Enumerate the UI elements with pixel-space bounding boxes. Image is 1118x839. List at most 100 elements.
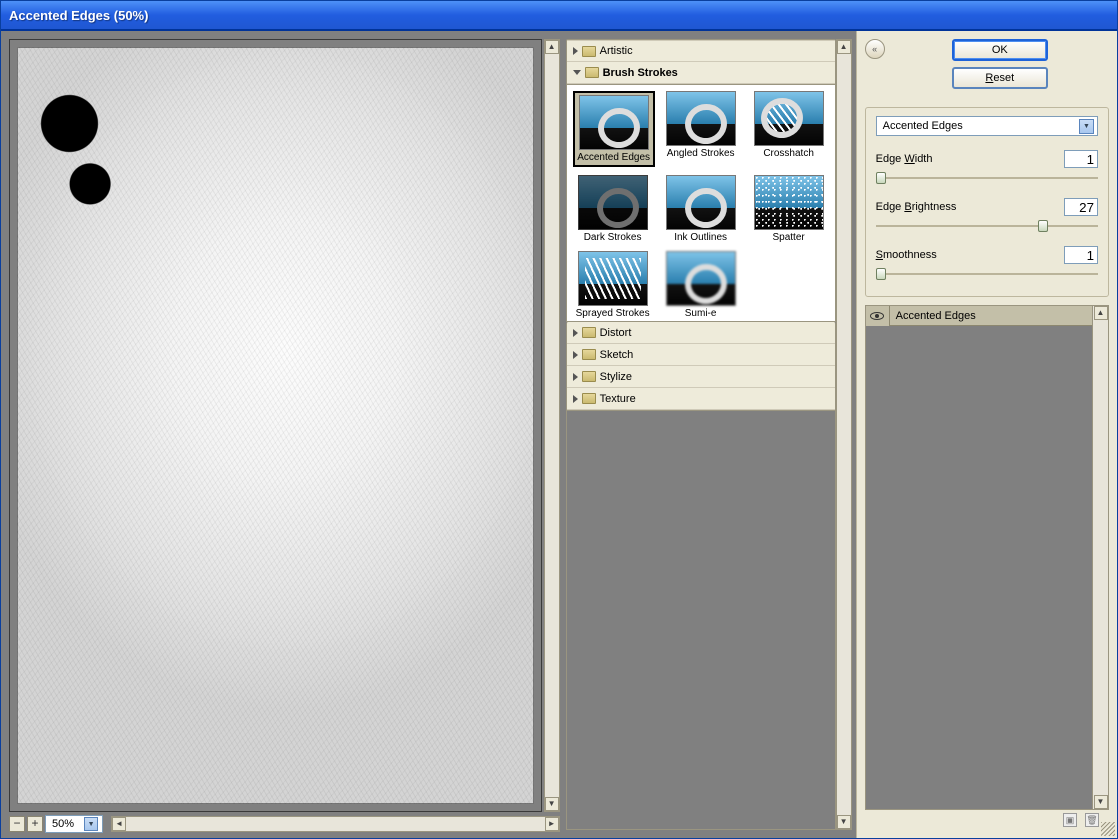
thumbnail-label: Accented Edges [574,152,654,163]
folder-icon [582,327,596,338]
ok-button[interactable]: OK [952,39,1048,61]
thumbnail-label: Spatter [749,232,829,243]
filter-category-tree-lower: Distort Sketch Stylize [566,322,836,411]
workspace: ▲ ▼ − + 50% ▼ ◄ ► [1,29,1117,838]
delete-effect-layer-button[interactable]: 🗑 [1085,813,1099,827]
disclosure-closed-icon [573,395,578,403]
filter-gallery-pane: Artistic Brush Strokes Accented Edges [564,31,856,838]
folder-icon [585,67,599,78]
gallery-vertical-scrollbar[interactable]: ▲ ▼ [836,39,852,830]
scroll-right-icon[interactable]: ► [545,817,559,831]
disclosure-closed-icon [573,47,578,55]
folder-icon [582,371,596,382]
double-chevron-up-icon: « [872,44,877,54]
thumbnail-label: Ink Outlines [661,232,741,243]
category-label: Distort [600,327,632,339]
thumbnail-image [666,91,736,146]
category-texture[interactable]: Texture [567,388,835,410]
thumb-ink-outlines[interactable]: Ink Outlines [661,175,741,243]
category-label: Artistic [600,45,633,57]
slider-handle-icon[interactable] [876,172,886,184]
scroll-left-icon[interactable]: ◄ [112,817,126,831]
param-label: Edge Width [876,153,933,165]
thumbnail-label: Angled Strokes [661,148,741,159]
folder-icon [582,393,596,404]
scroll-down-icon[interactable]: ▼ [545,797,559,811]
thumb-dark-strokes[interactable]: Dark Strokes [573,175,653,243]
window-titlebar: Accented Edges (50%) [1,1,1117,29]
thumbnail-image [579,95,649,150]
preview-vertical-scrollbar[interactable]: ▲ ▼ [544,39,560,812]
thumbnail-label: Sumi-e [661,308,741,319]
category-label: Texture [600,393,636,405]
chevron-down-icon[interactable]: ▼ [1079,119,1094,134]
preview-image[interactable] [9,39,542,812]
thumbnail-image [754,175,824,230]
category-distort[interactable]: Distort [567,322,835,344]
thumbnail-image [666,251,736,306]
thumbnail-label: Dark Strokes [573,232,653,243]
zoom-select[interactable]: 50% ▼ [45,815,103,833]
param-value-input[interactable] [1064,246,1098,264]
param-slider[interactable] [876,268,1098,280]
scroll-up-icon[interactable]: ▲ [1094,306,1108,320]
thumbnail-label: Sprayed Strokes [573,308,653,319]
preview-bottom-bar: − + 50% ▼ ◄ ► [9,814,560,834]
zoom-out-button[interactable]: − [9,816,25,832]
param-edge-width: Edge Width [876,150,1098,184]
thumb-sprayed-strokes[interactable]: Sprayed Strokes [573,251,653,319]
collapse-settings-button[interactable]: « [865,39,885,59]
preview-horizontal-scrollbar[interactable]: ◄ ► [111,816,560,832]
preview-pane: ▲ ▼ − + 50% ▼ ◄ ► [1,31,564,838]
thumb-sumi-e[interactable]: Sumi-e [661,251,741,319]
filter-thumbnails: Accented Edges Angled Strokes Crosshatch [566,85,836,322]
category-stylize[interactable]: Stylize [567,366,835,388]
effect-stack-panel: Accented Edges ▲ ▼ [865,305,1109,810]
param-edge-brightness: Edge Brightness [876,198,1098,232]
effect-settings-panel: Accented Edges ▼ Edge Width Edge Brightn… [865,107,1109,297]
category-brush-strokes[interactable]: Brush Strokes [567,62,835,84]
thumbnail-image [578,175,648,230]
param-label: Smoothness [876,249,937,261]
reset-button[interactable]: Reset [952,67,1048,89]
disclosure-closed-icon [573,373,578,381]
new-layer-icon: ▣ [1066,815,1075,826]
param-value-input[interactable] [1064,150,1098,168]
thumb-spatter[interactable]: Spatter [749,175,829,243]
thumbnail-image [578,251,648,306]
category-sketch[interactable]: Sketch [567,344,835,366]
stack-vertical-scrollbar[interactable]: ▲ ▼ [1092,306,1108,809]
resize-grip-icon[interactable] [1101,822,1115,836]
param-value-input[interactable] [1064,198,1098,216]
stack-buttons: ▣ 🗑 [865,810,1109,830]
thumb-accented-edges[interactable]: Accented Edges [573,91,655,167]
category-label: Brush Strokes [603,67,678,79]
scroll-down-icon[interactable]: ▼ [837,815,851,829]
disclosure-open-icon [573,70,581,75]
effect-select[interactable]: Accented Edges ▼ [876,116,1098,136]
slider-handle-icon[interactable] [1038,220,1048,232]
visibility-toggle[interactable] [866,306,890,326]
folder-icon [582,349,596,360]
thumbnail-image [754,91,824,146]
thumb-angled-strokes[interactable]: Angled Strokes [661,91,741,167]
category-artistic[interactable]: Artistic [567,40,835,62]
filter-category-tree: Artistic Brush Strokes [566,39,836,85]
new-effect-layer-button[interactable]: ▣ [1063,813,1077,827]
slider-handle-icon[interactable] [876,268,886,280]
param-label: Edge Brightness [876,201,957,213]
thumb-crosshatch[interactable]: Crosshatch [749,91,829,167]
chevron-down-icon[interactable]: ▼ [84,817,98,831]
effect-stack-empty [866,326,1092,809]
folder-icon [582,46,596,57]
scroll-up-icon[interactable]: ▲ [545,40,559,54]
thumbnail-label: Crosshatch [749,148,829,159]
effect-stack-item[interactable]: Accented Edges [866,306,1092,326]
param-slider[interactable] [876,172,1098,184]
filter-tree-empty-area [566,411,836,830]
zoom-in-button[interactable]: + [27,816,43,832]
scroll-down-icon[interactable]: ▼ [1094,795,1108,809]
scroll-up-icon[interactable]: ▲ [837,40,851,54]
param-slider[interactable] [876,220,1098,232]
eye-icon [870,312,884,320]
